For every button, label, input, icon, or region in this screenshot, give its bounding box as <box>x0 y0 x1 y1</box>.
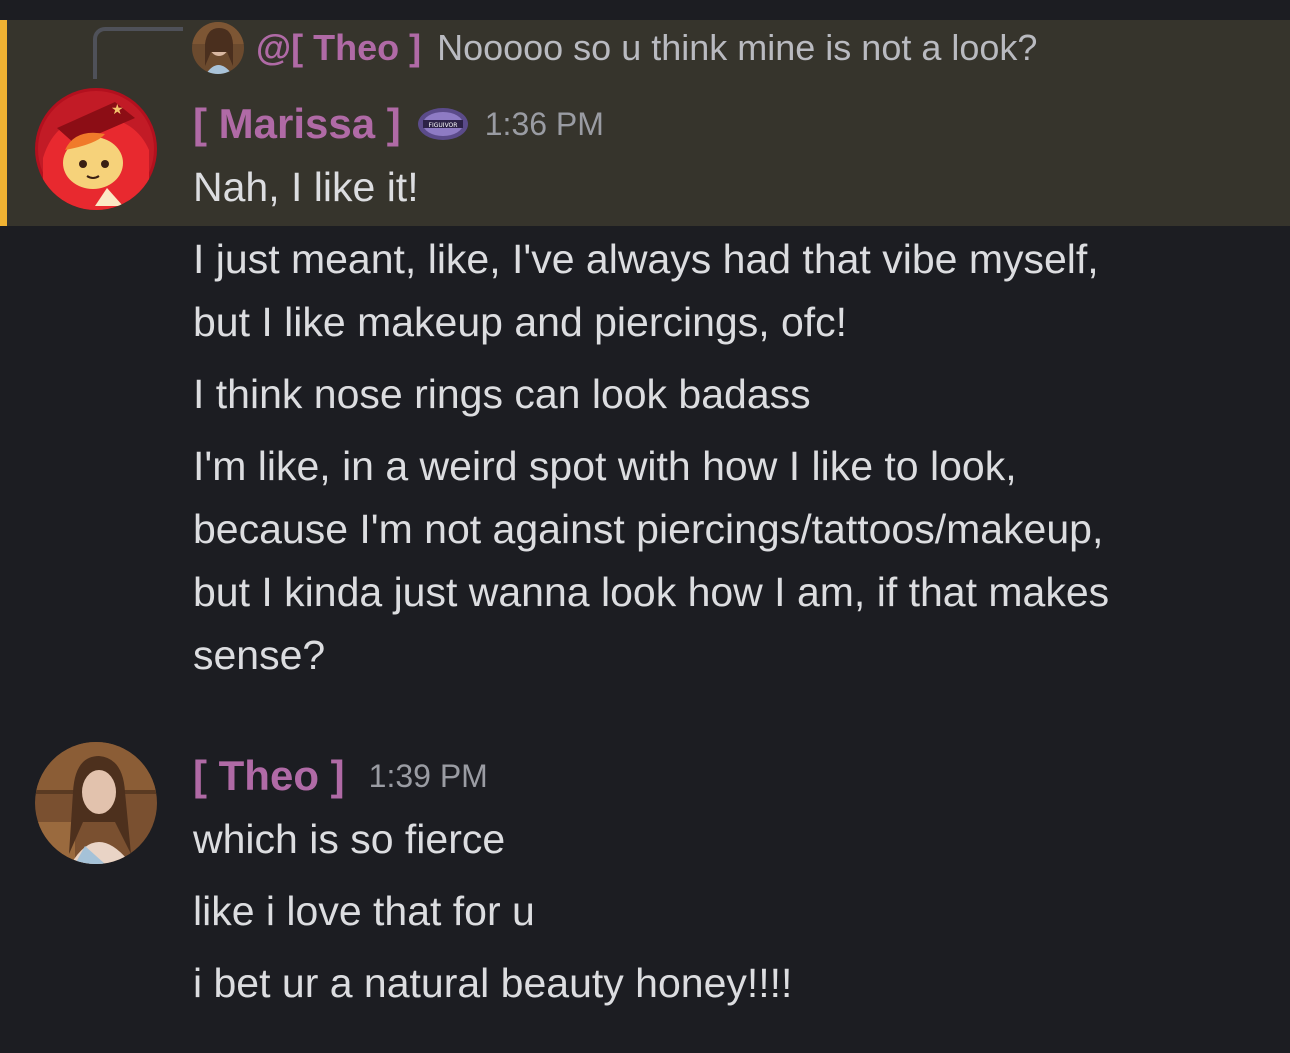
avatar-marissa[interactable]: ★ <box>35 88 157 210</box>
mention-highlight-bar <box>0 20 7 226</box>
message-line: but I like makeup and piercings, ofc! <box>193 299 848 345</box>
message-header-theo: [ Theo ] 1:39 PM <box>193 750 488 802</box>
message-line: Nah, I like it! <box>193 164 419 210</box>
svg-text:FIGUIVOR: FIGUIVOR <box>428 122 457 129</box>
message-line: which is so fierce <box>193 816 506 862</box>
username-theo[interactable]: [ Theo ] <box>193 752 345 800</box>
reply-avatar[interactable] <box>192 22 244 74</box>
reply-preview[interactable]: @[ Theo ] Nooooo so u think mine is not … <box>192 22 1037 74</box>
username-marissa[interactable]: [ Marissa ] <box>193 100 401 148</box>
timestamp-marissa: 1:36 PM <box>484 105 604 142</box>
message-line: I'm like, in a weird spot with how I lik… <box>193 443 1017 489</box>
reply-connector <box>93 27 183 79</box>
svg-text:★: ★ <box>111 102 124 118</box>
message-line: I think nose rings can look badass <box>193 371 811 417</box>
survivor-badge-icon: FIGUIVOR <box>417 108 468 140</box>
top-strip <box>0 0 1290 20</box>
chat-view: @[ Theo ] Nooooo so u think mine is not … <box>0 0 1290 1053</box>
avatar-theo[interactable] <box>35 742 157 864</box>
message-header-marissa: [ Marissa ] FIGUIVOR 1:36 PM <box>193 100 604 148</box>
message-line: i bet ur a natural beauty honey!!!! <box>193 960 793 1006</box>
timestamp-theo: 1:39 PM <box>368 757 488 794</box>
message-line: I just meant, like, I've always had that… <box>193 236 1099 282</box>
message-line: but I kinda just wanna look how I am, if… <box>193 569 1110 615</box>
message-line: sense? <box>193 632 326 678</box>
reply-mention-name[interactable]: @[ Theo ] <box>256 27 421 69</box>
message-line: because I'm not against piercings/tattoo… <box>193 506 1104 552</box>
reply-text[interactable]: Nooooo so u think mine is not a look? <box>437 27 1037 69</box>
message-line: like i love that for u <box>193 888 535 934</box>
